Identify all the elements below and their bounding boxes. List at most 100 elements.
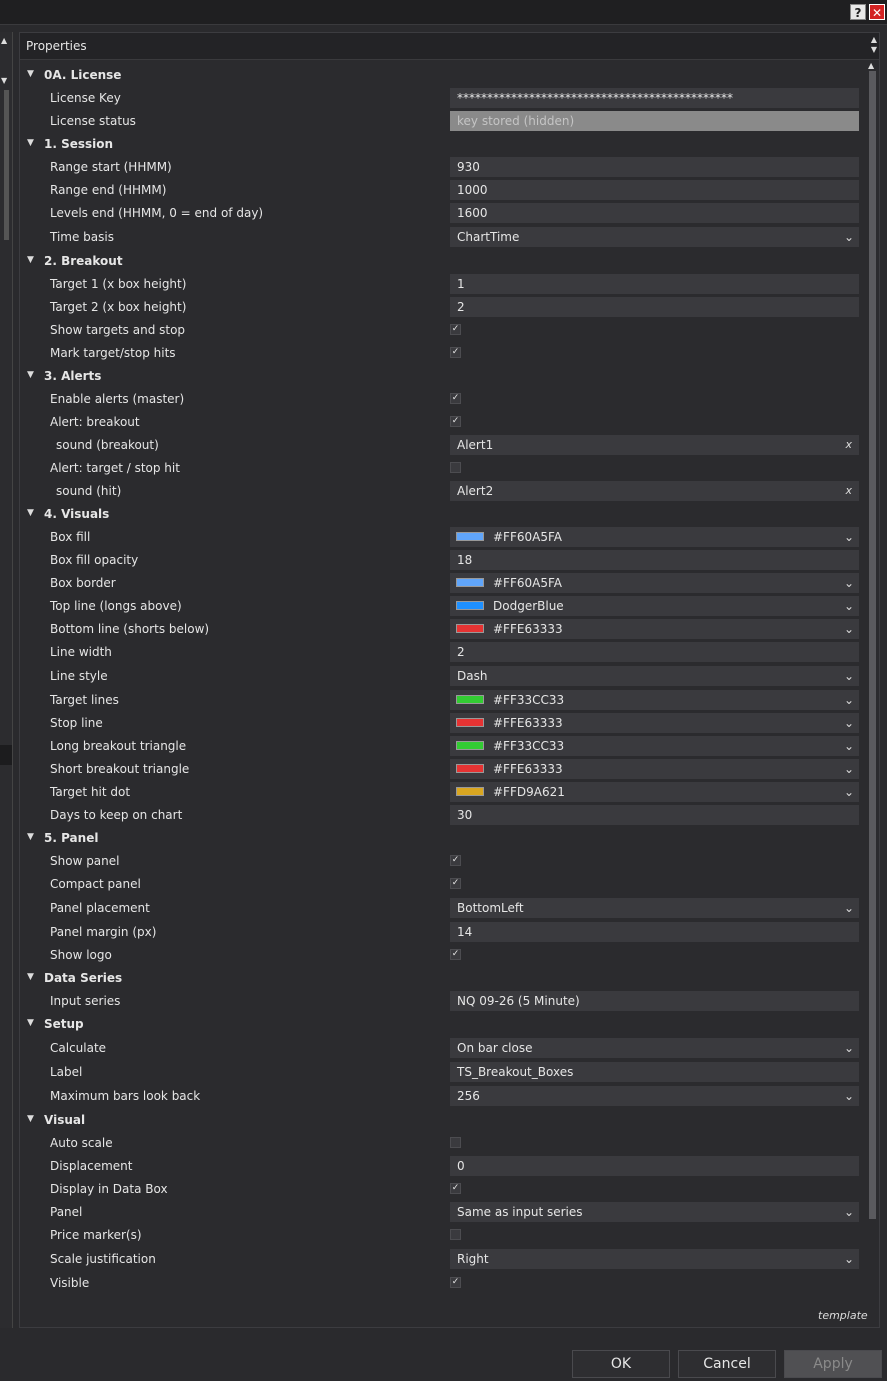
scale-justification-select[interactable]: Right ⌄ bbox=[450, 1249, 859, 1269]
scroll-down-icon[interactable]: ▼ bbox=[1, 76, 7, 85]
property-row-panel-placement: Panel placement BottomLeft ⌄ bbox=[20, 897, 860, 919]
caret-down-icon[interactable]: ▼ bbox=[27, 1114, 34, 1124]
left-scroll-thumb[interactable] bbox=[4, 90, 9, 240]
chevron-down-icon[interactable]: ⌄ bbox=[844, 716, 854, 730]
property-label: Target hit dot bbox=[50, 785, 131, 799]
panel-placement-select[interactable]: BottomLeft ⌄ bbox=[450, 898, 859, 918]
chevron-down-icon[interactable]: ⌄ bbox=[844, 599, 854, 613]
caret-down-icon[interactable]: ▼ bbox=[27, 832, 34, 842]
ok-button[interactable]: OK bbox=[572, 1350, 670, 1378]
stop-line-color-picker[interactable]: #FFE63333 ⌄ bbox=[450, 713, 859, 733]
category-setup[interactable]: ▼ Setup bbox=[20, 1013, 860, 1035]
cancel-button[interactable]: Cancel bbox=[678, 1350, 776, 1378]
time-basis-select[interactable]: ChartTime ⌄ bbox=[450, 227, 859, 247]
caret-down-icon[interactable]: ▼ bbox=[27, 370, 34, 380]
chevron-down-icon[interactable]: ⌄ bbox=[844, 530, 854, 544]
displacement-field[interactable]: 0 bbox=[450, 1156, 859, 1176]
chevron-down-icon[interactable]: ⌄ bbox=[844, 739, 854, 753]
property-row-price-marker-s: Price marker(s) bbox=[20, 1224, 860, 1246]
category-4-visuals[interactable]: ▼ 4. Visuals bbox=[20, 503, 860, 525]
chevron-down-icon[interactable]: ⌄ bbox=[844, 230, 854, 244]
category-visual[interactable]: ▼ Visual bbox=[20, 1109, 860, 1131]
target-1-x-box-height-field[interactable]: 1 bbox=[450, 274, 859, 294]
property-row-panel: Panel Same as input series ⌄ bbox=[20, 1201, 860, 1223]
template-link[interactable]: template bbox=[818, 1309, 868, 1322]
close-button[interactable]: ✕ bbox=[869, 4, 885, 20]
input-series-field[interactable]: NQ 09-26 (5 Minute) bbox=[450, 991, 859, 1011]
box-fill-color-picker[interactable]: #FF60A5FA ⌄ bbox=[450, 527, 859, 547]
calculate-select[interactable]: On bar close ⌄ bbox=[450, 1038, 859, 1058]
sound-breakout-field[interactable]: Alert1 x bbox=[450, 435, 859, 455]
enable-alerts-master-checkbox[interactable]: ✓ bbox=[450, 393, 461, 404]
category-2-breakout[interactable]: ▼ 2. Breakout bbox=[20, 250, 860, 272]
price-marker-s-checkbox[interactable] bbox=[450, 1229, 461, 1240]
category-3-alerts[interactable]: ▼ 3. Alerts bbox=[20, 365, 860, 387]
short-breakout-triangle-color-picker[interactable]: #FFE63333 ⌄ bbox=[450, 759, 859, 779]
mark-target-stop-hits-checkbox[interactable]: ✓ bbox=[450, 347, 461, 358]
panel-select[interactable]: Same as input series ⌄ bbox=[450, 1202, 859, 1222]
scroll-up-icon[interactable]: ▲ bbox=[868, 61, 874, 70]
chevron-down-icon[interactable]: ⌄ bbox=[844, 1252, 854, 1266]
clear-icon[interactable]: x bbox=[845, 438, 852, 451]
category-data-series[interactable]: ▼ Data Series bbox=[20, 967, 860, 989]
target-hit-dot-color-picker[interactable]: #FFD9A621 ⌄ bbox=[450, 782, 859, 802]
panel-margin-px-field[interactable]: 14 bbox=[450, 922, 859, 942]
maximum-bars-look-back-select[interactable]: 256 ⌄ bbox=[450, 1086, 859, 1106]
category-0a-license[interactable]: ▼ 0A. License bbox=[20, 64, 860, 86]
compact-panel-checkbox[interactable]: ✓ bbox=[450, 878, 461, 889]
line-width-field[interactable]: 2 bbox=[450, 642, 859, 662]
property-row-license-status: License status key stored (hidden) bbox=[20, 110, 860, 132]
license-key-field[interactable]: ****************************************… bbox=[450, 88, 859, 108]
show-panel-checkbox[interactable]: ✓ bbox=[450, 855, 461, 866]
header-scroll-arrows-icon[interactable]: ▲ ▼ bbox=[871, 35, 877, 55]
auto-scale-checkbox[interactable] bbox=[450, 1137, 461, 1148]
alert-breakout-checkbox[interactable]: ✓ bbox=[450, 416, 461, 427]
visible-checkbox[interactable]: ✓ bbox=[450, 1277, 461, 1288]
category-1-session[interactable]: ▼ 1. Session bbox=[20, 133, 860, 155]
chevron-down-icon[interactable]: ⌄ bbox=[844, 693, 854, 707]
chevron-down-icon[interactable]: ⌄ bbox=[844, 762, 854, 776]
display-in-data-box-checkbox[interactable]: ✓ bbox=[450, 1183, 461, 1194]
clear-icon[interactable]: x bbox=[845, 484, 852, 497]
caret-down-icon[interactable]: ▼ bbox=[27, 69, 34, 79]
chevron-down-icon[interactable]: ⌄ bbox=[844, 576, 854, 590]
days-to-keep-on-chart-field[interactable]: 30 bbox=[450, 805, 859, 825]
chevron-down-icon[interactable]: ⌄ bbox=[844, 622, 854, 636]
bottom-line-shorts-below-color-picker[interactable]: #FFE63333 ⌄ bbox=[450, 619, 859, 639]
alert-target-stop-hit-checkbox[interactable] bbox=[450, 462, 461, 473]
show-targets-and-stop-checkbox[interactable]: ✓ bbox=[450, 324, 461, 335]
label-field[interactable]: TS_Breakout_Boxes bbox=[450, 1062, 859, 1082]
properties-title: Properties bbox=[26, 39, 87, 53]
category-label: 3. Alerts bbox=[44, 369, 102, 383]
range-end-hhmm-field[interactable]: 1000 bbox=[450, 180, 859, 200]
chevron-down-icon[interactable]: ⌄ bbox=[844, 1041, 854, 1055]
line-style-select[interactable]: Dash ⌄ bbox=[450, 666, 859, 686]
sound-hit-field[interactable]: Alert2 x bbox=[450, 481, 859, 501]
range-start-hhmm-field[interactable]: 930 bbox=[450, 157, 859, 177]
levels-end-hhmm-0-end-of-day-field[interactable]: 1600 bbox=[450, 203, 859, 223]
chevron-down-icon[interactable]: ⌄ bbox=[844, 901, 854, 915]
target-lines-color-picker[interactable]: #FF33CC33 ⌄ bbox=[450, 690, 859, 710]
caret-down-icon[interactable]: ▼ bbox=[27, 508, 34, 518]
chevron-down-icon[interactable]: ⌄ bbox=[844, 785, 854, 799]
chevron-down-icon[interactable]: ⌄ bbox=[844, 1205, 854, 1219]
top-line-longs-above-color-picker[interactable]: DodgerBlue ⌄ bbox=[450, 596, 859, 616]
caret-down-icon[interactable]: ▼ bbox=[27, 1018, 34, 1028]
properties-scrollbar[interactable]: ▲ bbox=[866, 61, 879, 1221]
caret-down-icon[interactable]: ▼ bbox=[27, 972, 34, 982]
chevron-down-icon[interactable]: ⌄ bbox=[844, 1089, 854, 1103]
category-5-panel[interactable]: ▼ 5. Panel bbox=[20, 827, 860, 849]
caret-down-icon[interactable]: ▼ bbox=[27, 255, 34, 265]
target-2-x-box-height-field[interactable]: 2 bbox=[450, 297, 859, 317]
box-border-color-picker[interactable]: #FF60A5FA ⌄ bbox=[450, 573, 859, 593]
chevron-down-icon[interactable]: ⌄ bbox=[844, 669, 854, 683]
long-breakout-triangle-color-picker[interactable]: #FF33CC33 ⌄ bbox=[450, 736, 859, 756]
scroll-thumb[interactable] bbox=[869, 71, 876, 1219]
box-fill-opacity-field[interactable]: 18 bbox=[450, 550, 859, 570]
field-value: Alert2 bbox=[457, 484, 494, 498]
apply-button[interactable]: Apply bbox=[784, 1350, 882, 1378]
caret-down-icon[interactable]: ▼ bbox=[27, 138, 34, 148]
help-button[interactable]: ? bbox=[850, 4, 866, 20]
show-logo-checkbox[interactable]: ✓ bbox=[450, 949, 461, 960]
scroll-up-icon[interactable]: ▲ bbox=[1, 36, 7, 45]
